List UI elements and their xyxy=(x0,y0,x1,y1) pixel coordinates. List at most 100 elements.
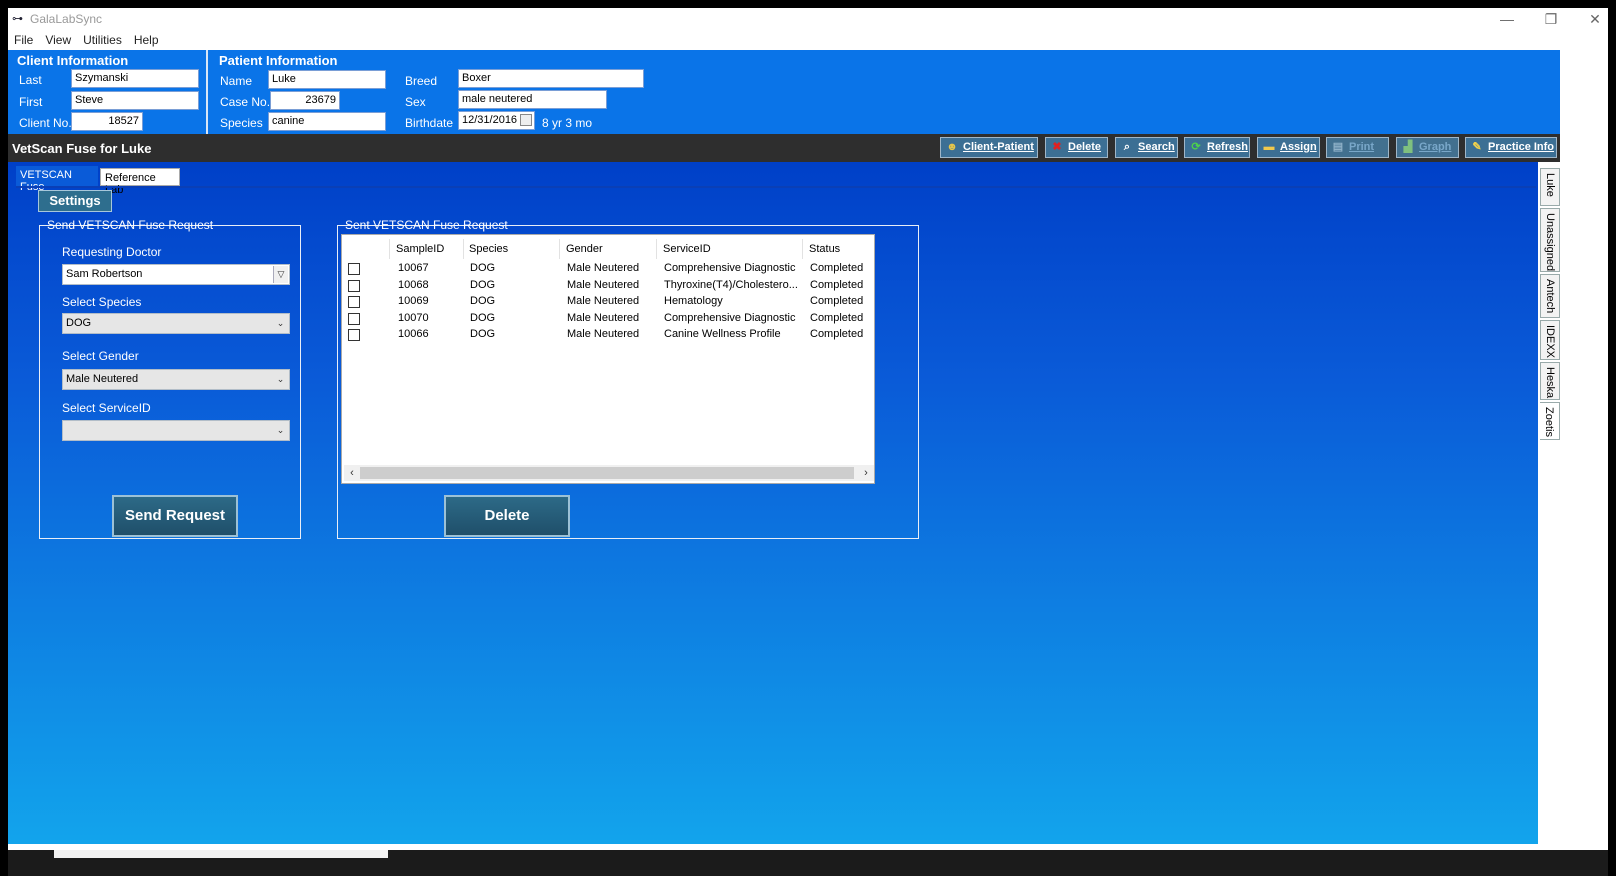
settings-button[interactable]: Settings xyxy=(38,190,112,212)
row-checkbox[interactable] xyxy=(348,263,360,275)
sample-id-cell: 10068 xyxy=(398,279,429,291)
minimize-button[interactable]: — xyxy=(1492,10,1522,28)
gender-cell: Male Neutered xyxy=(567,279,640,291)
row-checkbox[interactable] xyxy=(348,280,360,292)
chevron-down-icon: ⌄ xyxy=(276,374,285,384)
table-row[interactable]: 10070 DOG Male Neutered Comprehensive Di… xyxy=(342,310,872,326)
status-cell: Completed xyxy=(810,295,864,307)
patient-name-field[interactable]: Luke xyxy=(268,70,386,89)
scroll-right-icon[interactable]: › xyxy=(858,465,874,481)
col-gender[interactable]: Gender xyxy=(560,239,657,259)
practice-info-button[interactable]: ✎ Practice Info xyxy=(1465,137,1557,158)
folder-icon: ▬ xyxy=(1263,141,1275,153)
table-row[interactable]: 10068 DOG Male Neutered Thyroxine(T4)/Ch… xyxy=(342,277,872,293)
last-name-field[interactable]: Szymanski xyxy=(71,69,199,88)
col-species[interactable]: Species xyxy=(463,239,560,259)
species-select[interactable]: DOG ⌄ xyxy=(62,313,290,334)
service-cell: Thyroxine(T4)/Cholestero... xyxy=(664,279,798,291)
right-edge xyxy=(1560,50,1608,876)
species-cell: DOG xyxy=(470,328,496,340)
toolbar: VetScan Fuse for Luke ☻ Client-Patient ✖ D… xyxy=(8,134,1560,162)
col-sampleid[interactable]: SampleID xyxy=(390,239,464,259)
case-no-field[interactable]: 23679 xyxy=(270,91,340,110)
send-request-group: Send VETSCAN Fuse Request Requesting Doc… xyxy=(39,218,301,539)
tab-reference-lab[interactable]: Reference Lab xyxy=(100,168,180,196)
species-select-label: Select Species xyxy=(62,295,142,309)
client-info-heading: Client Information xyxy=(17,53,129,68)
side-tab-unassigned[interactable]: Unassigned xyxy=(1540,208,1560,272)
side-tab-antech[interactable]: Antech xyxy=(1540,274,1560,318)
close-button[interactable]: ✕ xyxy=(1580,10,1610,28)
menu-utilities[interactable]: Utilities xyxy=(77,30,128,50)
sent-requests-table: SampleID Species Gender ServiceID Status… xyxy=(341,234,875,484)
col-serviceid[interactable]: ServiceID xyxy=(657,239,803,259)
menu-help[interactable]: Help xyxy=(128,30,165,50)
row-checkbox[interactable] xyxy=(348,313,360,325)
menu-file[interactable]: File xyxy=(8,30,39,50)
service-cell: Hematology xyxy=(664,295,723,307)
app-icon: ⊶ xyxy=(12,13,23,25)
delete-toolbar-button[interactable]: ✖ Delete xyxy=(1045,137,1108,158)
service-select-label: Select ServiceID xyxy=(62,401,151,415)
restore-button[interactable]: ❐ xyxy=(1536,10,1566,28)
side-tab-heska[interactable]: Heska xyxy=(1540,362,1560,400)
birthdate-picker[interactable]: 12/31/2016 xyxy=(458,111,535,130)
sample-id-cell: 10070 xyxy=(398,312,429,324)
main-content: VETSCAN Fuse Reference Lab Settings Send… xyxy=(8,162,1538,844)
scroll-left-icon[interactable]: ‹ xyxy=(344,465,360,481)
service-select[interactable]: ⌄ xyxy=(62,420,290,441)
send-request-button[interactable]: Send Request xyxy=(112,495,238,537)
gender-select[interactable]: Male Neutered ⌄ xyxy=(62,369,290,390)
row-checkbox[interactable] xyxy=(348,296,360,308)
species-value: DOG xyxy=(66,317,92,329)
side-tab-idexx[interactable]: IDEXX xyxy=(1540,320,1560,360)
menu-view[interactable]: View xyxy=(39,30,77,50)
patient-info-heading: Patient Information xyxy=(219,53,338,68)
gender-value: Male Neutered xyxy=(66,373,139,385)
assign-button[interactable]: ▬ Assign xyxy=(1257,137,1320,158)
doctor-label: Requesting Doctor xyxy=(62,245,162,259)
sample-id-cell: 10066 xyxy=(398,328,429,340)
table-row[interactable]: 10066 DOG Male Neutered Canine Wellness … xyxy=(342,326,872,342)
status-cell: Completed xyxy=(810,279,864,291)
print-button[interactable]: ▤ Print xyxy=(1326,137,1389,158)
service-cell: Canine Wellness Profile xyxy=(664,328,781,340)
sent-group-title: Sent VETSCAN Fuse Request xyxy=(345,218,508,232)
gender-select-label: Select Gender xyxy=(62,349,139,363)
refresh-button[interactable]: ⟳ Refresh xyxy=(1184,137,1250,158)
breed-field[interactable]: Boxer xyxy=(458,69,644,88)
service-cell: Comprehensive Diagnostic xyxy=(664,262,796,274)
tab-vetscan-fuse[interactable]: VETSCAN Fuse xyxy=(16,166,98,193)
graph-button[interactable]: ▟ Graph xyxy=(1396,137,1459,158)
gender-cell: Male Neutered xyxy=(567,262,640,274)
chevron-down-icon: ▽ xyxy=(273,266,288,283)
row-checkbox[interactable] xyxy=(348,329,360,341)
birthdate-value: 12/31/2016 xyxy=(462,114,518,126)
taskbar-search[interactable] xyxy=(54,850,388,858)
window-title: GalaLabSync xyxy=(30,12,103,26)
side-tab-luke[interactable]: Luke xyxy=(1540,168,1560,206)
first-name-field[interactable]: Steve xyxy=(71,91,199,110)
doctor-select[interactable]: Sam Robertson ▽ xyxy=(62,264,290,285)
species-field[interactable]: canine xyxy=(268,112,386,131)
client-patient-button[interactable]: ☻ Client-Patient xyxy=(940,137,1038,158)
name-label: Name xyxy=(220,74,253,88)
status-cell: Completed xyxy=(810,328,864,340)
toolbar-title: VetScan Fuse for Luke xyxy=(12,141,152,156)
table-row[interactable]: 10069 DOG Male Neutered Hematology Compl… xyxy=(342,293,872,309)
sample-id-cell: 10067 xyxy=(398,262,429,274)
horizontal-scrollbar[interactable]: ‹ › xyxy=(344,465,874,481)
status-cell: Completed xyxy=(810,312,864,324)
client-no-field[interactable]: 18527 xyxy=(71,112,143,131)
scroll-thumb[interactable] xyxy=(360,467,854,479)
last-label: Last xyxy=(19,73,42,87)
delete-request-button[interactable]: Delete xyxy=(444,495,570,537)
case-no-label: Case No. xyxy=(220,95,271,109)
calendar-icon[interactable] xyxy=(520,114,532,126)
search-button[interactable]: ⌕ Search xyxy=(1115,137,1178,158)
col-status[interactable]: Status xyxy=(803,239,872,259)
table-row[interactable]: 10067 DOG Male Neutered Comprehensive Di… xyxy=(342,260,872,276)
sex-field[interactable]: male neutered xyxy=(458,90,607,109)
side-tab-zoetis[interactable]: Zoetis xyxy=(1540,402,1560,440)
species-cell: DOG xyxy=(470,312,496,324)
